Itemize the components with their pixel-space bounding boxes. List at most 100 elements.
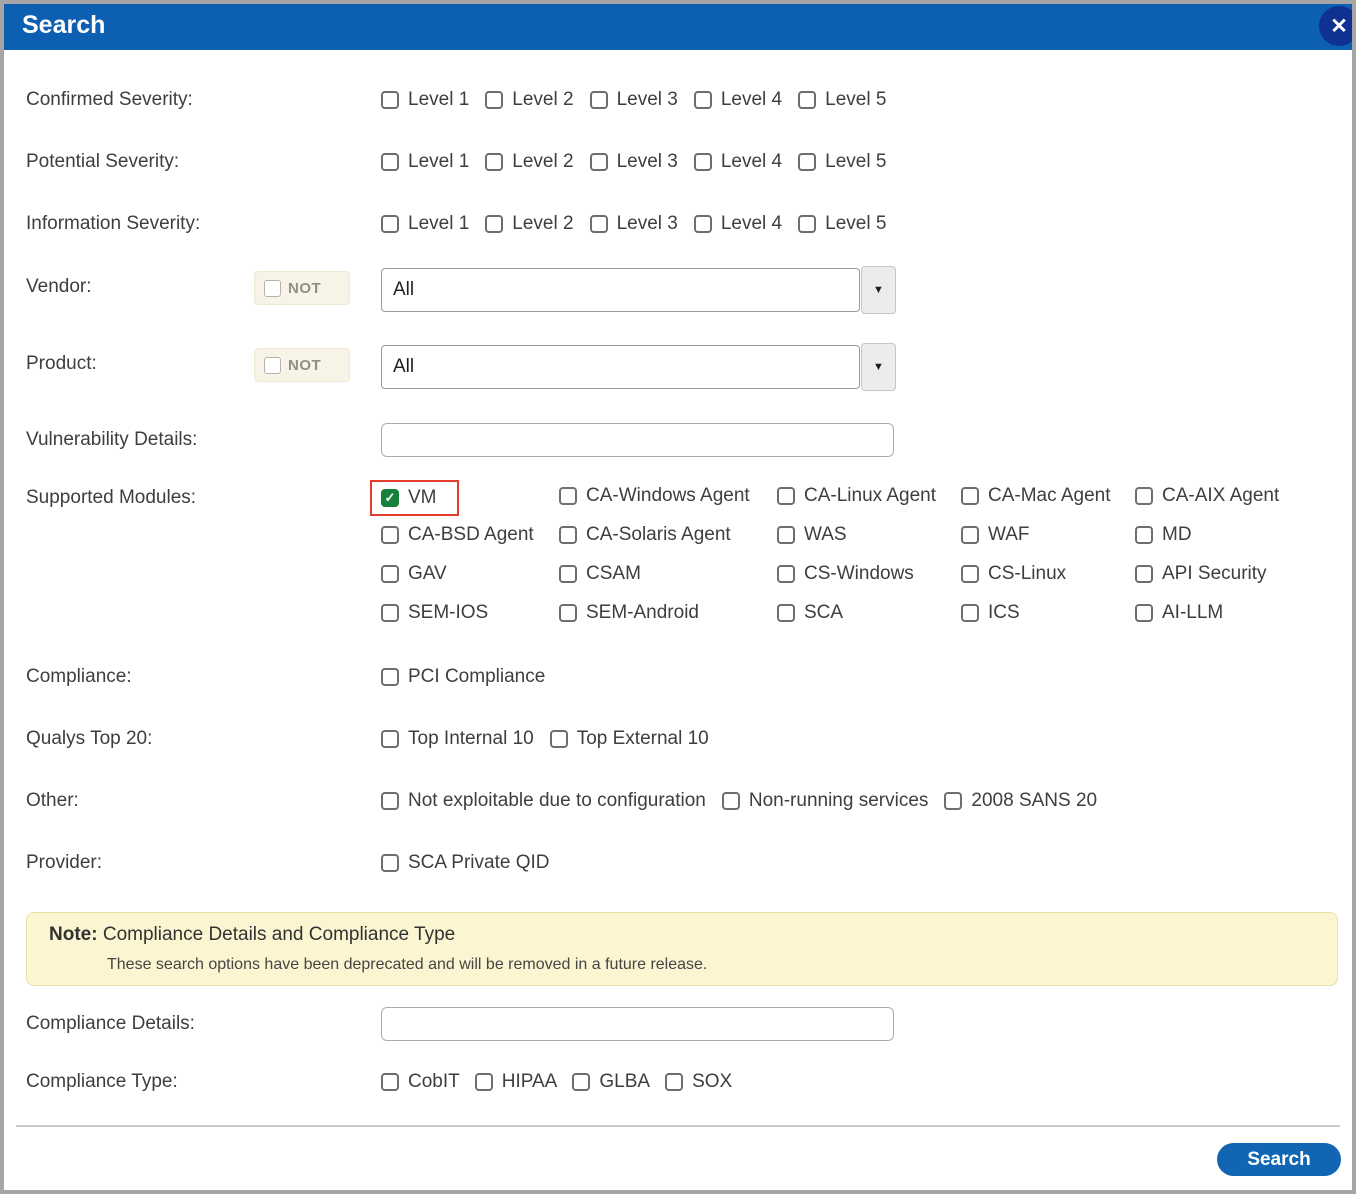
confirmed-level1-checkbox[interactable]: Level 1: [381, 89, 469, 111]
checkbox-icon[interactable]: [1135, 604, 1153, 622]
module-gav-checkbox[interactable]: GAV: [381, 563, 447, 585]
information-level2-checkbox[interactable]: Level 2: [485, 213, 574, 235]
checkbox-icon[interactable]: [961, 604, 979, 622]
module-cs-linux-checkbox[interactable]: CS-Linux: [961, 563, 1066, 585]
checkbox-icon[interactable]: [381, 730, 399, 748]
module-ca-mac-agent-checkbox[interactable]: CA-Mac Agent: [961, 485, 1111, 507]
checkbox-icon[interactable]: [798, 215, 817, 233]
checkbox-icon[interactable]: [559, 526, 577, 544]
potential-level2-checkbox[interactable]: Level 2: [485, 151, 574, 173]
checkbox-icon[interactable]: [559, 604, 577, 622]
checkbox-icon[interactable]: [381, 526, 399, 544]
compliance-details-input[interactable]: [381, 1007, 894, 1041]
module-sem-android-checkbox[interactable]: SEM-Android: [559, 602, 699, 624]
module-csam-checkbox[interactable]: CSAM: [559, 563, 641, 585]
module-ca-aix-agent-checkbox[interactable]: CA-AIX Agent: [1135, 485, 1279, 507]
top-external-10-checkbox[interactable]: Top External 10: [549, 728, 709, 750]
checkbox-icon[interactable]: [589, 215, 608, 233]
confirmed-level4-checkbox[interactable]: Level 4: [693, 89, 782, 111]
checkbox-icon[interactable]: [381, 792, 399, 810]
checkbox-icon[interactable]: [961, 526, 979, 544]
checkbox-icon[interactable]: [777, 487, 795, 505]
checkbox-icon[interactable]: [961, 565, 979, 583]
chevron-down-icon[interactable]: ▼: [861, 343, 896, 391]
checkbox-icon[interactable]: [381, 604, 399, 622]
module-sca-checkbox[interactable]: SCA: [777, 602, 843, 624]
product-not-toggle[interactable]: NOT: [254, 348, 350, 382]
checkbox-icon[interactable]: [381, 91, 399, 109]
2008-sans-20-checkbox[interactable]: 2008 SANS 20: [944, 790, 1097, 812]
potential-level4-checkbox[interactable]: Level 4: [693, 151, 782, 173]
search-button[interactable]: Search: [1217, 1143, 1341, 1176]
confirmed-level5-checkbox[interactable]: Level 5: [798, 89, 886, 111]
potential-level3-checkbox[interactable]: Level 3: [589, 151, 678, 173]
vulnerability-details-input[interactable]: [381, 423, 894, 457]
module-api-security-checkbox[interactable]: API Security: [1135, 563, 1267, 585]
checkbox-icon[interactable]: [559, 565, 577, 583]
not-exploitable-checkbox[interactable]: Not exploitable due to configuration: [381, 790, 706, 812]
potential-level1-checkbox[interactable]: Level 1: [381, 151, 469, 173]
checkbox-icon[interactable]: [777, 565, 795, 583]
top-internal-10-checkbox[interactable]: Top Internal 10: [381, 728, 534, 750]
checkbox-icon[interactable]: [798, 153, 817, 171]
information-level3-checkbox[interactable]: Level 3: [589, 213, 678, 235]
checkbox-icon[interactable]: [777, 604, 795, 622]
module-ca-windows-agent-checkbox[interactable]: CA-Windows Agent: [559, 485, 750, 507]
checkbox-icon[interactable]: [944, 792, 963, 810]
checkbox-icon[interactable]: [381, 854, 399, 872]
vendor-select-value[interactable]: All: [381, 268, 860, 312]
module-sem-ios-checkbox[interactable]: SEM-IOS: [381, 602, 488, 624]
module-ca-bsd-agent-checkbox[interactable]: CA-BSD Agent: [381, 524, 534, 546]
sox-checkbox[interactable]: SOX: [665, 1071, 732, 1093]
checkbox-icon[interactable]: [485, 91, 504, 109]
checkbox-icon[interactable]: [572, 1073, 591, 1091]
module-ca-linux-agent-checkbox[interactable]: CA-Linux Agent: [777, 485, 936, 507]
vendor-select[interactable]: All ▼: [381, 266, 897, 314]
information-level1-checkbox[interactable]: Level 1: [381, 213, 469, 235]
module-was-checkbox[interactable]: WAS: [777, 524, 847, 546]
module-ca-solaris-agent-checkbox[interactable]: CA-Solaris Agent: [559, 524, 731, 546]
checkbox-icon[interactable]: [693, 153, 712, 171]
checkbox-checked-icon[interactable]: ✓: [381, 488, 399, 507]
chevron-down-icon[interactable]: ▼: [861, 266, 896, 314]
confirmed-level2-checkbox[interactable]: Level 2: [485, 89, 574, 111]
checkbox-icon[interactable]: [1135, 526, 1153, 544]
checkbox-icon[interactable]: [485, 215, 504, 233]
product-select-value[interactable]: All: [381, 345, 860, 389]
checkbox-icon[interactable]: [381, 153, 399, 171]
checkbox-icon[interactable]: [549, 730, 568, 748]
not-checkbox-icon[interactable]: [264, 279, 281, 297]
module-md-checkbox[interactable]: MD: [1135, 524, 1192, 546]
module-cs-windows-checkbox[interactable]: CS-Windows: [777, 563, 914, 585]
checkbox-icon[interactable]: [381, 215, 399, 233]
checkbox-icon[interactable]: [961, 487, 979, 505]
confirmed-level3-checkbox[interactable]: Level 3: [589, 89, 678, 111]
potential-level5-checkbox[interactable]: Level 5: [798, 151, 886, 173]
module-vm-checkbox[interactable]: ✓ VM: [381, 487, 437, 509]
glba-checkbox[interactable]: GLBA: [572, 1071, 650, 1093]
checkbox-icon[interactable]: [589, 91, 608, 109]
not-checkbox-icon[interactable]: [264, 356, 281, 374]
product-select[interactable]: All ▼: [381, 343, 897, 391]
checkbox-icon[interactable]: [693, 91, 712, 109]
pci-compliance-checkbox[interactable]: PCI Compliance: [381, 666, 545, 688]
information-level5-checkbox[interactable]: Level 5: [798, 213, 886, 235]
checkbox-icon[interactable]: [381, 565, 399, 583]
vendor-not-toggle[interactable]: NOT: [254, 271, 350, 305]
checkbox-icon[interactable]: [777, 526, 795, 544]
checkbox-icon[interactable]: [474, 1073, 493, 1091]
hipaa-checkbox[interactable]: HIPAA: [474, 1071, 557, 1093]
checkbox-icon[interactable]: [1135, 565, 1153, 583]
information-level4-checkbox[interactable]: Level 4: [693, 213, 782, 235]
checkbox-icon[interactable]: [381, 668, 399, 686]
close-icon[interactable]: ✕: [1319, 6, 1352, 46]
module-ai-llm-checkbox[interactable]: AI-LLM: [1135, 602, 1223, 624]
cobit-checkbox[interactable]: CobIT: [381, 1071, 460, 1093]
checkbox-icon[interactable]: [693, 215, 712, 233]
module-ics-checkbox[interactable]: ICS: [961, 602, 1020, 624]
checkbox-icon[interactable]: [559, 487, 577, 505]
checkbox-icon[interactable]: [798, 91, 817, 109]
checkbox-icon[interactable]: [721, 792, 740, 810]
checkbox-icon[interactable]: [1135, 487, 1153, 505]
checkbox-icon[interactable]: [589, 153, 608, 171]
